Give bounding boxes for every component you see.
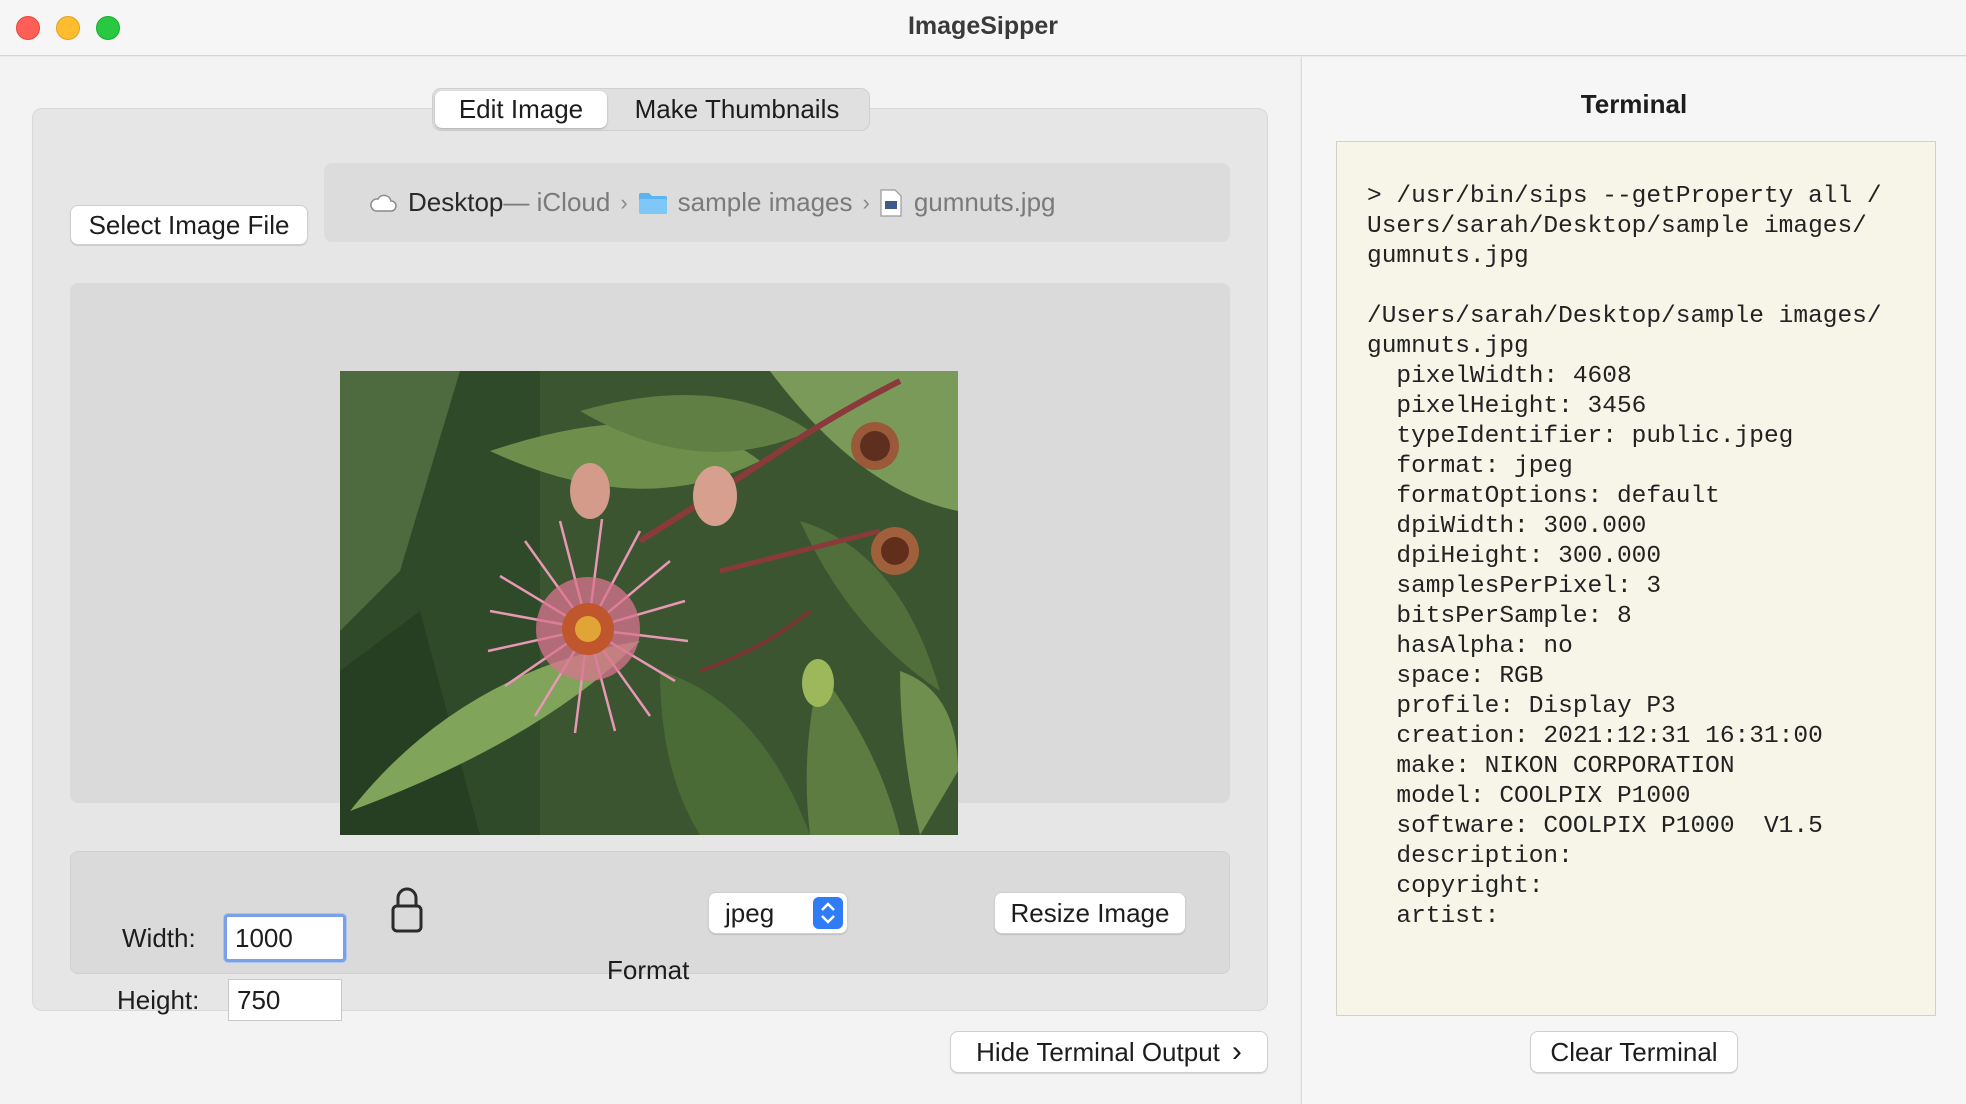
- terminal-line: model: COOLPIX P1000: [1367, 783, 1691, 810]
- path-chevron-icon: ›: [862, 189, 870, 215]
- terminal-line: gumnuts.jpg: [1367, 243, 1529, 270]
- resize-image-button[interactable]: Resize Image: [994, 892, 1186, 934]
- terminal-line: space: RGB: [1367, 663, 1544, 690]
- lock-icon[interactable]: [390, 886, 424, 934]
- up-down-arrows-icon: [813, 897, 843, 929]
- terminal-line: typeIdentifier: public.jpeg: [1367, 423, 1794, 450]
- terminal-line: formatOptions: default: [1367, 483, 1720, 510]
- terminal-line: description:: [1367, 843, 1573, 870]
- terminal-line: artist:: [1367, 903, 1500, 930]
- terminal-line: bitsPerSample: 8: [1367, 603, 1632, 630]
- tab-make-thumbnails[interactable]: Make Thumbnails: [607, 91, 867, 128]
- tab-edit-image[interactable]: Edit Image: [435, 91, 607, 128]
- file-path-control[interactable]: Desktop — iCloud › sample images › gumnu…: [324, 163, 1230, 242]
- image-preview: [340, 371, 958, 835]
- terminal-line: hasAlpha: no: [1367, 633, 1573, 660]
- terminal-line: samplesPerPixel: 3: [1367, 573, 1662, 600]
- path-folder[interactable]: sample images: [678, 187, 853, 218]
- title-bar: ImageSipper: [0, 0, 1966, 56]
- terminal-line: creation: 2021:12:31 16:31:00: [1367, 723, 1823, 750]
- terminal-title: Terminal: [1580, 89, 1688, 119]
- terminal-line: pixelHeight: 3456: [1367, 393, 1647, 420]
- terminal-line: dpiWidth: 300.000: [1367, 513, 1647, 540]
- hide-terminal-button[interactable]: Hide Terminal Output ›: [950, 1031, 1268, 1073]
- path-location-suffix: — iCloud: [503, 187, 611, 217]
- width-field[interactable]: 1000: [224, 914, 346, 962]
- terminal-text: > /usr/bin/sips --getProperty all / Users…: [1367, 182, 1927, 932]
- chevron-right-icon: ›: [1231, 1035, 1242, 1068]
- hide-terminal-label: Hide Terminal Output: [976, 1036, 1220, 1067]
- terminal-line: make: NIKON CORPORATION: [1367, 753, 1735, 780]
- terminal-output[interactable]: > /usr/bin/sips --getProperty all / Users…: [1336, 141, 1936, 1016]
- height-field[interactable]: 750: [228, 979, 342, 1021]
- width-label: Width:: [122, 923, 196, 953]
- path-location[interactable]: Desktop: [408, 187, 503, 218]
- terminal-line: Users/sarah/Desktop/sample images/: [1367, 213, 1867, 240]
- terminal-line: pixelWidth: 4608: [1367, 363, 1632, 390]
- jpeg-file-icon: [880, 188, 902, 217]
- path-file[interactable]: gumnuts.jpg: [914, 187, 1056, 218]
- clear-terminal-button[interactable]: Clear Terminal: [1530, 1031, 1738, 1073]
- terminal-line: profile: Display P3: [1367, 693, 1676, 720]
- cloud-icon: [370, 194, 397, 212]
- terminal-line: dpiHeight: 300.000: [1367, 543, 1662, 570]
- height-label: Height:: [117, 985, 200, 1015]
- window-title: ImageSipper: [907, 12, 1059, 40]
- terminal-line: software: COOLPIX P1000 V1.5: [1367, 813, 1823, 840]
- terminal-line: format: jpeg: [1367, 453, 1573, 480]
- terminal-pane: Terminal > /usr/bin/sips --getProperty a…: [1301, 57, 1966, 1104]
- terminal-line: /Users/sarah/Desktop/sample images/: [1367, 303, 1882, 330]
- editor-pane: Edit Image Make Thumbnails Select Image …: [0, 57, 1300, 1104]
- format-select[interactable]: jpeg: [708, 892, 848, 934]
- path-chevron-icon: ›: [620, 189, 628, 215]
- select-image-file-button[interactable]: Select Image File: [70, 205, 308, 245]
- terminal-line: gumnuts.jpg: [1367, 333, 1529, 360]
- terminal-line: > /usr/bin/sips --getProperty all /: [1367, 183, 1882, 210]
- tab-control: Edit Image Make Thumbnails: [432, 88, 870, 131]
- format-select-value: jpeg: [725, 897, 775, 928]
- folder-icon: [638, 192, 667, 214]
- format-label: Format: [607, 955, 690, 985]
- terminal-line: copyright:: [1367, 873, 1544, 900]
